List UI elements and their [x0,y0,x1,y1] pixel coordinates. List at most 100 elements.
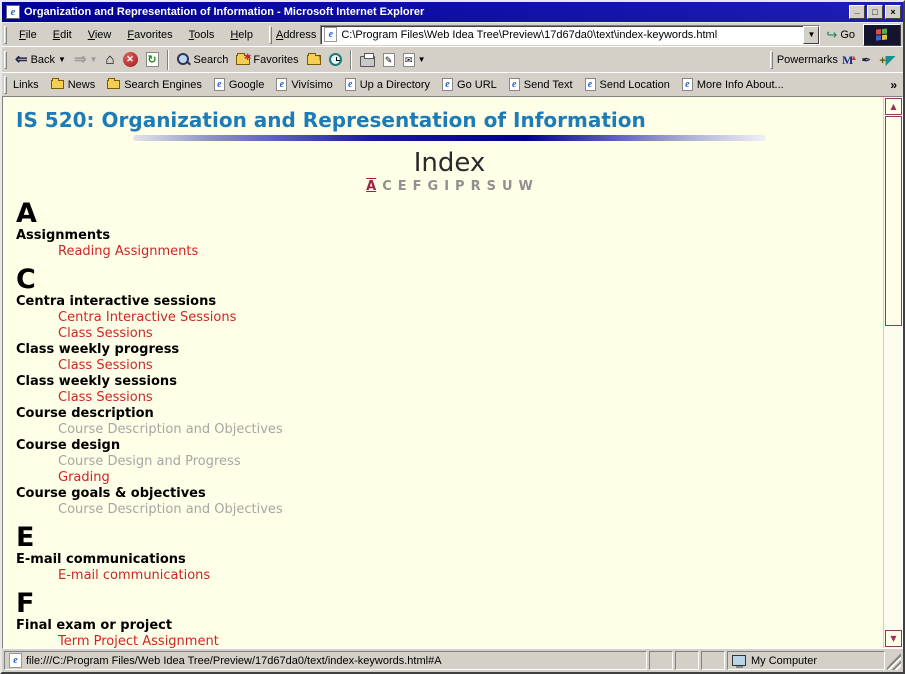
edit-button[interactable]: ✎ [379,51,399,69]
stop-icon: ✕ [123,52,138,67]
close-button[interactable]: × [885,5,901,19]
search-icon [177,53,191,67]
index-letter-link-a[interactable]: A [366,179,376,194]
menu-item-view[interactable]: View [80,26,120,44]
stop-button[interactable]: ✕ [119,50,142,69]
index-letter-link-r[interactable]: R [471,179,481,194]
mail-button[interactable]: ✉ ▼ [399,51,430,69]
links-bar-item[interactable]: eSend Text [503,76,579,93]
powermarks-grip[interactable] [770,51,773,69]
maximize-button[interactable]: □ [867,5,883,19]
index-letter-link-i[interactable]: I [444,179,449,194]
links-bar-item[interactable]: e Vivísimo [270,76,338,93]
index-link[interactable]: Course Description and Objectives [16,502,883,518]
menu-item-edit[interactable]: Edit [45,26,80,44]
windows-logo-icon [876,28,888,41]
powermarks-add-button[interactable]: +◤ [875,51,899,69]
index-letter-link-f[interactable]: F [413,179,422,194]
index-letter-link-s[interactable]: S [487,179,496,194]
toolbar-grip[interactable] [4,51,7,69]
minimize-button[interactable]: _ [849,5,865,19]
index-link[interactable]: Centra Interactive Sessions [16,310,883,326]
links-bar-item-label: Send Text [524,79,573,91]
ie-page-icon: e [442,78,453,91]
address-bar-grip[interactable] [269,26,272,44]
search-button[interactable]: Search [173,51,233,69]
index-link[interactable]: Class Sessions [16,358,883,374]
links-bar-grip[interactable] [4,76,7,94]
zone-label: My Computer [751,655,817,667]
back-button[interactable]: ⇐ Back ▼ [11,51,70,69]
menu-bar: FileEditViewFavoritesToolsHelp [11,26,261,44]
index-link[interactable]: Grading [16,470,883,486]
address-dropdown-button[interactable]: ▼ [803,26,819,44]
page-scrollbar[interactable]: ▲ ▼ [883,97,902,648]
refresh-button[interactable]: ↻ [142,50,163,69]
menu-item-favorites[interactable]: Favorites [119,26,180,44]
ie-page-icon: e [276,78,287,91]
index-link[interactable]: Term Project Assignment [16,634,883,648]
links-bar-item[interactable]: eSend Location [579,76,676,93]
powermarks-pen-button[interactable]: ✒ [857,51,875,69]
go-button[interactable]: ↪ Go [820,25,861,45]
index-term: Final exam or project [16,618,883,634]
section-letter-c: C [16,266,883,294]
powermarks-button[interactable]: M▲ [838,51,857,69]
address-combo: e ▼ [320,25,820,45]
links-bar-item[interactable]: eGoogle [208,76,270,93]
status-ie-icon: e [9,653,22,668]
index-link[interactable]: Class Sessions [16,390,883,406]
menu-item-tools[interactable]: Tools [181,26,223,44]
home-button[interactable]: ⌂ [101,49,118,70]
links-bar-item[interactable]: eMore Info About... [676,76,790,93]
folder-icon [107,80,120,89]
menu-bar-grip[interactable] [4,26,7,44]
my-computer-icon [732,655,746,666]
links-bar-item-label: Vivísimo [291,79,332,91]
links-bar-item[interactable]: eUp a Directory [339,76,436,93]
mail-dropdown-icon[interactable]: ▼ [418,55,426,64]
index-link[interactable]: Class Sessions [16,326,883,342]
forward-button[interactable]: ⇒ ▼ [70,51,102,69]
index-letter-link-p[interactable]: P [455,179,465,194]
links-bar-item[interactable]: News [45,77,102,93]
links-bar-item[interactable]: e Go URL [436,76,503,93]
throbber [863,24,901,46]
links-overflow-chevron[interactable]: » [884,78,903,92]
scroll-down-button[interactable]: ▼ [885,630,902,647]
folders-button[interactable]: ↑ [303,53,325,67]
back-dropdown-icon[interactable]: ▼ [58,55,66,64]
address-input[interactable] [341,27,803,43]
links-bar-item[interactable]: Search Engines [101,77,208,93]
links-bar-items: NewsSearch EngineseGoogleeVivísimoeUp a … [45,76,790,93]
menu-item-help[interactable]: Help [222,26,261,44]
heading-rule [133,135,766,141]
index-link[interactable]: Reading Assignments [16,244,883,260]
index-term: Course goals & objectives [16,486,883,502]
print-button[interactable] [356,51,379,69]
index-link[interactable]: Course Description and Objectives [16,422,883,438]
home-icon: ⌂ [105,51,114,68]
index-link[interactable]: Course Design and Progress [16,454,883,470]
pen-icon: ✒ [861,53,871,67]
forward-dropdown-icon: ▼ [90,55,98,64]
index-letter-link-w[interactable]: W [519,179,533,194]
ie-page-icon: e [214,78,225,91]
star-icon: ✱ [244,52,252,63]
links-bar-item-label: Go URL [457,79,497,91]
scroll-thumb[interactable] [885,116,902,326]
index-letter-link-g[interactable]: G [428,179,439,194]
index-letter-link-e[interactable]: E [398,179,407,194]
index-letter-link-u[interactable]: U [502,179,513,194]
window-title: Organization and Representation of Infor… [24,6,847,18]
scroll-up-button[interactable]: ▲ [885,98,902,115]
favorites-button[interactable]: ✱ Favorites [232,52,302,68]
refresh-icon: ↻ [146,52,159,67]
index-link[interactable]: E-mail communications [16,568,883,584]
index-letter-link-c[interactable]: C [382,179,392,194]
history-button[interactable] [325,51,346,68]
status-url: file:///C:/Program Files/Web Idea Tree/P… [26,655,442,667]
browser-viewport: IS 520: Organization and Representation … [2,96,903,649]
menu-item-file[interactable]: File [11,26,45,44]
window-resize-grip[interactable] [887,651,901,670]
